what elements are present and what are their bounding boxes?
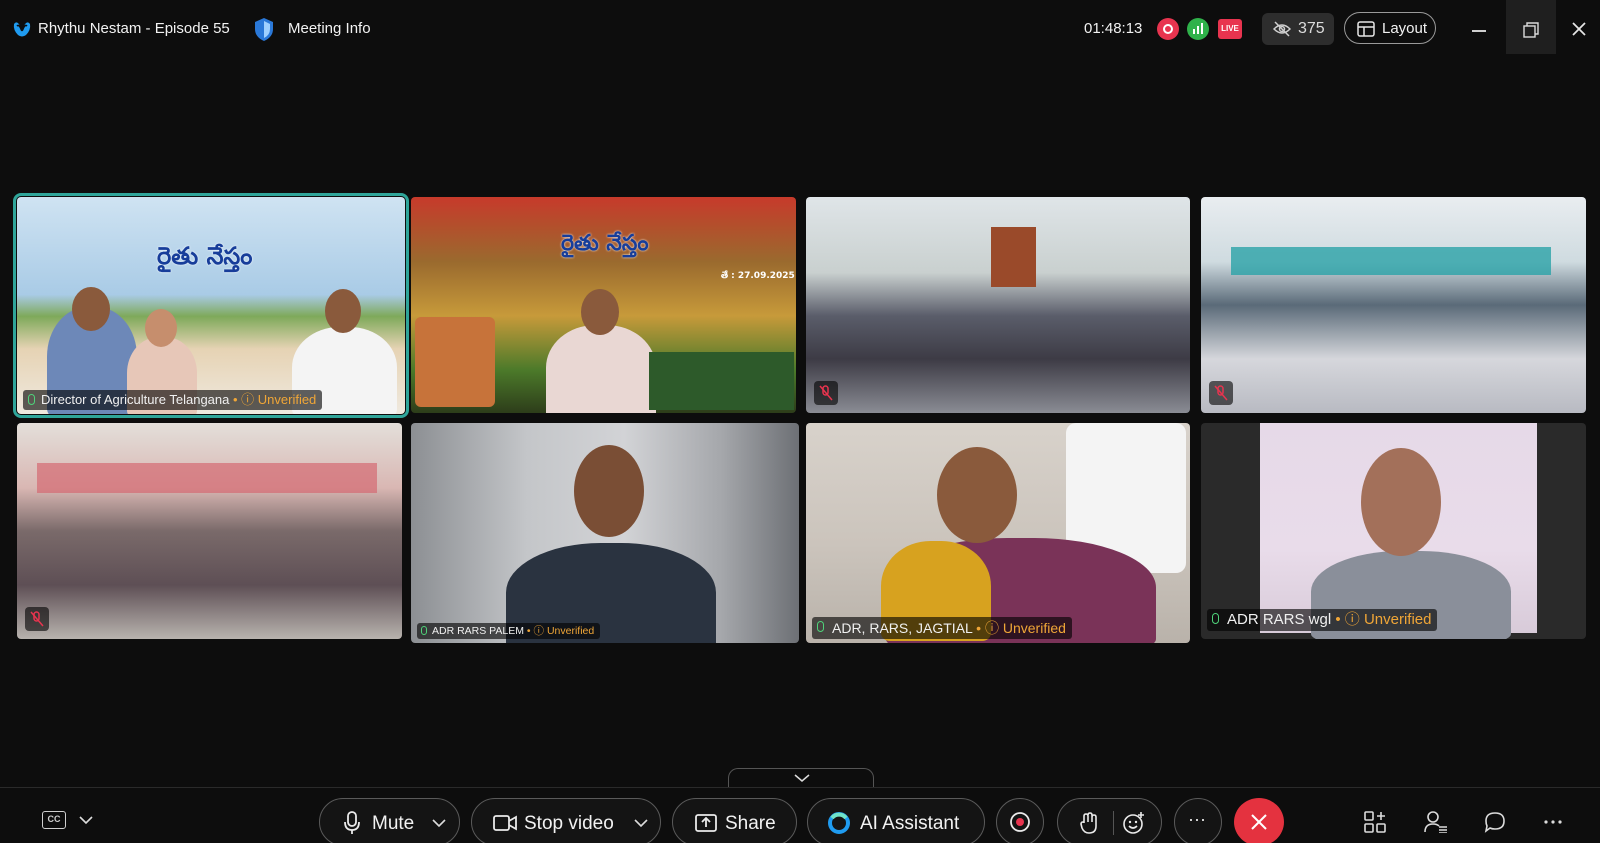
close-icon[interactable] — [1571, 21, 1587, 37]
mic-icon — [421, 626, 427, 635]
layout-grid-icon — [1357, 21, 1375, 37]
shield-icon[interactable] — [253, 17, 275, 42]
video-tile[interactable] — [1201, 197, 1586, 413]
mic-icon — [28, 394, 35, 405]
participant-figure — [546, 325, 656, 413]
windows-image — [1231, 247, 1551, 275]
video-tile[interactable] — [806, 197, 1190, 413]
participant-name-tag: ADR, RARS, JAGTIAL • ⓘ Unverified — [812, 617, 1072, 639]
participant-name-tag: Director of Agriculture Telangana • ⓘ Un… — [23, 390, 323, 410]
emoji-reaction-icon[interactable] — [1122, 811, 1146, 835]
video-tile[interactable]: రైతు నేస్తం తే : 27.09.2025 — [411, 197, 796, 413]
divider — [1113, 811, 1114, 835]
raise-hand-icon[interactable] — [1080, 811, 1098, 835]
more-icon[interactable] — [1544, 820, 1562, 824]
chat-icon[interactable] — [1484, 811, 1506, 833]
muted-indicator — [1209, 381, 1233, 405]
mic-icon — [817, 621, 824, 632]
closed-captions-button[interactable]: CC — [42, 811, 66, 829]
crops-image — [649, 352, 794, 410]
video-tile[interactable]: ADR RARS wgl • ⓘ Unverified — [1201, 423, 1586, 639]
ai-assistant-label: AI Assistant — [860, 813, 960, 834]
meeting-title: Rhythu Nestam - Episode 55 — [38, 20, 230, 37]
mute-label: Mute — [372, 813, 415, 834]
participant-head — [574, 445, 644, 537]
unverified-label: • ⓘ Unverified — [524, 625, 595, 637]
participant-head — [937, 447, 1017, 543]
layout-label: Layout — [1382, 20, 1428, 37]
video-tile[interactable]: ADR RARS PALEM • ⓘ Unverified — [411, 423, 799, 643]
record-icon — [1010, 812, 1030, 832]
meeting-timer: 01:48:13 — [1084, 20, 1143, 37]
participant-name-tag: ADR RARS PALEM • ⓘ Unverified — [417, 623, 601, 639]
participants-icon[interactable] — [1424, 811, 1448, 833]
participant-head — [1361, 448, 1441, 556]
mute-button[interactable]: Mute — [319, 798, 460, 843]
grains-image — [415, 317, 495, 407]
door-image — [991, 227, 1036, 287]
share-label: Share — [725, 813, 776, 834]
muted-indicator — [814, 381, 838, 405]
chevron-down-icon[interactable] — [634, 818, 648, 828]
stop-video-button[interactable]: Stop video — [471, 798, 661, 843]
curtains-image — [37, 463, 377, 493]
live-badge[interactable]: LIVE — [1218, 19, 1242, 39]
mic-off-icon — [1214, 385, 1228, 401]
collapse-filmstrip-button[interactable] — [728, 768, 874, 788]
banner-date: తే : 27.09.2025 — [721, 271, 795, 281]
network-signal-icon[interactable] — [1187, 18, 1209, 40]
more-options-button[interactable]: ··· — [1174, 798, 1222, 843]
meeting-info-button[interactable]: Meeting Info — [288, 20, 371, 37]
banner-title: రైతు నేస్తం — [561, 231, 649, 256]
unverified-label: • ⓘ Unverified — [229, 392, 317, 407]
ai-assistant-icon — [828, 812, 850, 834]
viewer-count: 375 — [1298, 20, 1325, 37]
participant-head — [325, 289, 361, 333]
chevron-down-icon — [794, 774, 810, 782]
participant-head — [581, 289, 619, 335]
video-tile[interactable] — [17, 423, 402, 639]
recording-icon[interactable] — [1157, 18, 1179, 40]
participant-head — [145, 309, 177, 347]
microphone-icon — [344, 811, 360, 834]
more-icon: ··· — [1188, 809, 1206, 829]
unverified-label: • ⓘ Unverified — [1331, 611, 1432, 628]
divider — [0, 787, 1600, 788]
video-camera-icon — [493, 815, 517, 831]
video-tile[interactable]: రైతు నేస్తం Director of Agriculture Tela… — [13, 193, 409, 418]
viewer-count-badge[interactable]: 375 — [1262, 13, 1334, 45]
mic-icon — [1212, 613, 1219, 624]
banner-title: రైతు నేస్తం — [157, 242, 253, 270]
record-button[interactable] — [996, 798, 1044, 843]
reactions-group[interactable] — [1057, 798, 1162, 843]
top-bar: Rhythu Nestam - Episode 55 Meeting Info … — [0, 0, 1600, 58]
restore-icon[interactable] — [1523, 22, 1539, 38]
video-tile[interactable]: ADR, RARS, JAGTIAL • ⓘ Unverified — [806, 423, 1190, 643]
participant-name: ADR, RARS, JAGTIAL — [832, 620, 973, 636]
minimize-icon[interactable] — [1472, 30, 1486, 32]
close-icon — [1251, 814, 1267, 830]
ai-assistant-button[interactable]: AI Assistant — [807, 798, 985, 843]
stop-video-label: Stop video — [524, 813, 614, 834]
participant-name: ADR RARS wgl — [1227, 611, 1332, 628]
share-button[interactable]: Share — [672, 798, 797, 843]
unverified-label: • ⓘ Unverified — [972, 620, 1066, 636]
participant-name-tag: ADR RARS wgl • ⓘ Unverified — [1207, 609, 1438, 631]
mic-off-icon — [30, 611, 44, 627]
webex-logo-icon — [13, 22, 31, 37]
participant-name: ADR RARS PALEM — [432, 625, 524, 637]
chevron-down-icon[interactable] — [432, 818, 446, 828]
muted-indicator — [25, 607, 49, 631]
layout-button[interactable]: Layout — [1344, 12, 1436, 44]
chevron-down-icon[interactable] — [79, 815, 93, 825]
share-screen-icon — [695, 814, 717, 832]
mic-off-icon — [819, 385, 833, 401]
eye-slash-icon — [1273, 21, 1291, 37]
end-meeting-button[interactable] — [1234, 798, 1284, 843]
apps-icon[interactable] — [1364, 811, 1386, 833]
participant-head — [72, 287, 110, 331]
participant-name: Director of Agriculture Telangana — [41, 392, 230, 407]
